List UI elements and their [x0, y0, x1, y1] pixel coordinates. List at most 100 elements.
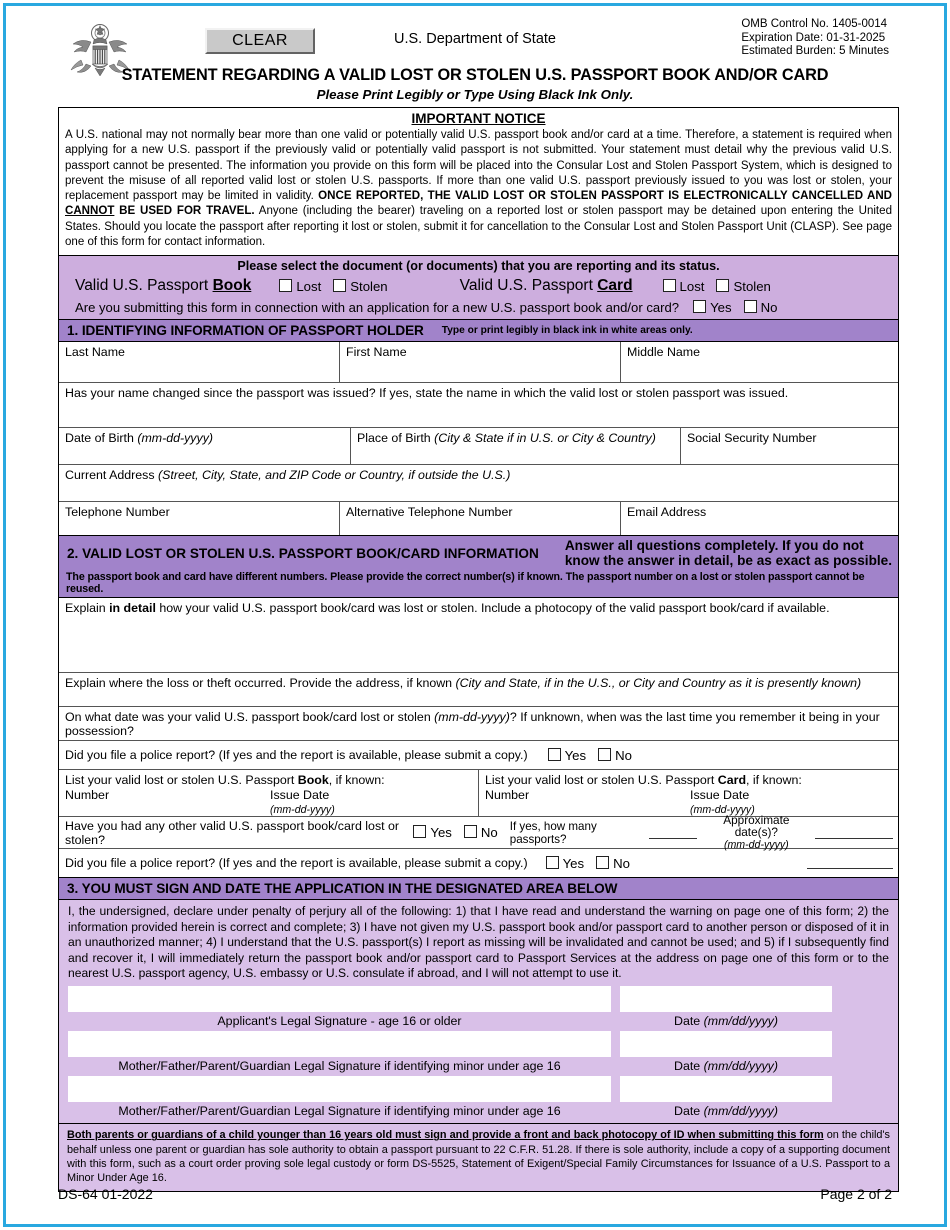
place-of-birth-field[interactable]: Place of Birth (City & State if in U.S. … [351, 428, 681, 465]
last-name-field[interactable]: Last Name [59, 342, 340, 383]
guardian1-date-caption: Date (mm/dd/yyyy) [674, 1059, 778, 1074]
explain-detail-row: Explain in detail how your valid U.S. pa… [59, 598, 898, 674]
omb-expiration-date: Expiration Date: 01-31-2025 [741, 31, 886, 44]
police-report-no-checkbox[interactable] [598, 747, 612, 761]
signature-row-2 [68, 1031, 889, 1058]
signature-row-3 [68, 1076, 889, 1103]
where-occurred-row: Explain where the loss or theft occurred… [59, 673, 898, 708]
card-number-label[interactable]: Number [485, 788, 690, 816]
other-lost-question: Have you had any other valid U.S. passpo… [65, 818, 400, 847]
police-report-yes-checkbox[interactable] [547, 747, 561, 761]
email-field[interactable]: Email Address [621, 502, 898, 535]
document-select-section: Please select the document (or documents… [59, 255, 898, 320]
police-report-2-extra-input[interactable] [807, 857, 893, 870]
card-list-label: List your valid lost or stolen U.S. Pass… [485, 773, 802, 788]
first-name-field[interactable]: First Name [340, 342, 621, 383]
book-lost-option[interactable]: Lost [279, 278, 321, 294]
form-header: CLEAR U.S. Department of State OMB Contr… [6, 6, 944, 102]
guardian1-signature-input[interactable] [68, 1031, 611, 1058]
new-application-yes-option[interactable]: Yes [693, 300, 732, 315]
book-list-label: List your valid lost or stolen U.S. Pass… [65, 773, 385, 788]
book-stolen-checkbox[interactable] [333, 278, 347, 292]
how-many-passports-input[interactable] [648, 827, 698, 839]
name-changed-field[interactable]: Has your name changed since the passport… [59, 383, 898, 427]
alt-telephone-field[interactable]: Alternative Telephone Number [340, 502, 621, 536]
form-footer: DS-64 01-2022 Page 2 of 2 [58, 1186, 892, 1202]
book-number-label[interactable]: Number [65, 788, 270, 816]
new-application-question-row: Are you submitting this form in connecti… [67, 300, 890, 315]
book-number-group: List your valid lost or stolen U.S. Pass… [59, 770, 479, 817]
other-lost-no-option[interactable]: No [463, 825, 498, 840]
book-stolen-option[interactable]: Stolen [333, 278, 388, 294]
police-report-no-option[interactable]: No [598, 747, 632, 763]
section2-header-block: 2. VALID LOST OR STOLEN U.S. PASSPORT BO… [59, 535, 898, 599]
card-number-group: List your valid lost or stolen U.S. Pass… [479, 770, 898, 816]
parents-guardians-note: Both parents or guardians of a child you… [59, 1123, 898, 1190]
new-application-yes-checkbox[interactable] [693, 300, 707, 314]
omb-estimated-burden: Estimated Burden: 5 Minutes [741, 45, 889, 57]
guardian2-signature-caption: Mother/Father/Parent/Guardian Legal Sign… [118, 1104, 561, 1119]
important-notice-heading: IMPORTANT NOTICE [411, 111, 546, 126]
signature-caption-2: Mother/Father/Parent/Guardian Legal Sign… [68, 1057, 889, 1076]
police-report-2-no-option[interactable]: No [596, 855, 630, 871]
where-occurred-field[interactable]: Explain where the loss or theft occurred… [59, 673, 898, 706]
applicant-date-caption: Date (mm/dd/yyyy) [674, 1014, 778, 1029]
signature-row-1 [68, 986, 889, 1013]
omb-control-number: OMB Control No. 1405-0014 [741, 18, 888, 30]
section2-header: 2. VALID LOST OR STOLEN U.S. PASSPORT BO… [59, 536, 898, 570]
book-lost-checkbox[interactable] [279, 278, 293, 292]
section2-note-line1: Answer all questions completely. If you … [564, 538, 864, 554]
section1-fields: Last Name First Name Middle Name Has you… [59, 342, 898, 536]
applicant-signature-caption: Applicant's Legal Signature - age 16 or … [217, 1014, 462, 1029]
date-of-birth-field[interactable]: Date of Birth (mm-dd-yyyy) [59, 428, 351, 465]
police-report-2-no-checkbox[interactable] [596, 855, 610, 869]
important-notice-text: A U.S. national may not normally bear mo… [59, 126, 898, 255]
section1-title: 1. IDENTIFYING INFORMATION OF PASSPORT H… [67, 323, 424, 339]
ssn-field[interactable]: Social Security Number [681, 428, 898, 464]
how-many-passports-label: If yes, how many passports? [509, 819, 597, 846]
section2-note: Answer all questions completely. If you … [565, 538, 892, 568]
address-row: Current Address (Street, City, State, an… [59, 465, 898, 503]
middle-name-field[interactable]: Middle Name [621, 342, 898, 382]
current-address-field[interactable]: Current Address (Street, City, State, an… [59, 465, 898, 501]
form-body: IMPORTANT NOTICE A U.S. national may not… [58, 107, 899, 1192]
other-lost-yes-option[interactable]: Yes [413, 825, 452, 840]
police-report-row: Did you file a police report? (If yes an… [59, 741, 898, 771]
card-lost-checkbox[interactable] [662, 278, 676, 292]
contact-row: Telephone Number Alternative Telephone N… [59, 502, 898, 536]
card-issue-date-label[interactable]: Issue Date (mm-dd-yyyy) [690, 788, 755, 816]
card-stolen-option[interactable]: Stolen [716, 278, 771, 294]
guardian1-date-input[interactable] [620, 1031, 832, 1058]
police-report-question-2: Did you file a police report? (If yes an… [65, 856, 528, 871]
applicant-date-input[interactable] [620, 986, 832, 1013]
card-stolen-checkbox[interactable] [716, 278, 730, 292]
other-lost-no-checkbox[interactable] [463, 825, 477, 839]
date-lost-field[interactable]: On what date was your valid U.S. passpor… [59, 707, 898, 740]
new-application-no-checkbox[interactable] [743, 300, 757, 314]
telephone-field[interactable]: Telephone Number [59, 502, 340, 536]
name-row: Last Name First Name Middle Name [59, 342, 898, 384]
passport-numbers-row: List your valid lost or stolen U.S. Pass… [59, 770, 898, 818]
section3-body: I, the undersigned, declare under penalt… [59, 900, 898, 1191]
passport-card-label: Valid U.S. Passport Card [459, 277, 633, 295]
document-select-row: Valid U.S. Passport Book Lost Stolen Val… [67, 277, 890, 295]
section1-note: Type or print legibly in black ink in wh… [441, 325, 693, 337]
page-subtitle: Please Print Legibly or Type Using Black… [316, 87, 634, 102]
applicant-signature-input[interactable] [68, 986, 611, 1013]
card-lost-option[interactable]: Lost [662, 278, 704, 294]
approximate-dates-input[interactable] [815, 827, 894, 839]
explain-detail-field[interactable]: Explain in detail how your valid U.S. pa… [59, 598, 898, 672]
passport-book-label: Valid U.S. Passport Book [75, 277, 252, 295]
notice-cannot-underline: CANNOT [65, 205, 115, 218]
date-lost-row: On what date was your valid U.S. passpor… [59, 707, 898, 742]
other-lost-yes-checkbox[interactable] [413, 825, 427, 839]
new-application-no-option[interactable]: No [743, 300, 777, 315]
guardian2-date-input[interactable] [620, 1076, 832, 1103]
police-report-yes-option[interactable]: Yes [547, 747, 586, 763]
important-notice-section: IMPORTANT NOTICE A U.S. national may not… [59, 108, 898, 255]
guardian1-signature-caption: Mother/Father/Parent/Guardian Legal Sign… [118, 1059, 561, 1074]
police-report-2-yes-option[interactable]: Yes [545, 855, 584, 871]
police-report-2-yes-checkbox[interactable] [545, 855, 559, 869]
guardian2-signature-input[interactable] [68, 1076, 611, 1103]
book-issue-date-label[interactable]: Issue Date (mm-dd-yyyy) [270, 788, 335, 816]
